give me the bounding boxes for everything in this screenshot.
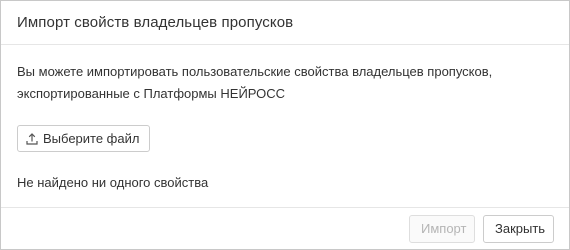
description-line-1: Вы можете импортировать пользовательские… xyxy=(17,64,493,79)
dialog-title: Импорт свойств владельцев пропусков xyxy=(17,14,294,31)
choose-file-label: Выберите файл xyxy=(43,131,140,146)
upload-icon xyxy=(26,132,38,145)
dialog-footer: Импорт Закрыть xyxy=(1,207,569,249)
description-line-2: экспортированные с Платформы НЕЙРОСС xyxy=(17,86,286,101)
choose-file-button[interactable]: Выберите файл xyxy=(17,125,151,152)
import-button[interactable]: Импорт xyxy=(409,214,475,243)
status-text: Не найдено ни одного свойства xyxy=(17,175,209,190)
dialog-header: Импорт свойств владельцев пропусков xyxy=(1,1,569,45)
dialog-body: Вы можете импортировать пользовательские… xyxy=(1,45,569,190)
import-properties-dialog: Импорт свойств владельцев пропусков Вы м… xyxy=(0,0,570,250)
dialog-description: Вы можете импортировать пользовательские… xyxy=(17,61,553,105)
close-button[interactable]: Закрыть xyxy=(483,214,554,243)
